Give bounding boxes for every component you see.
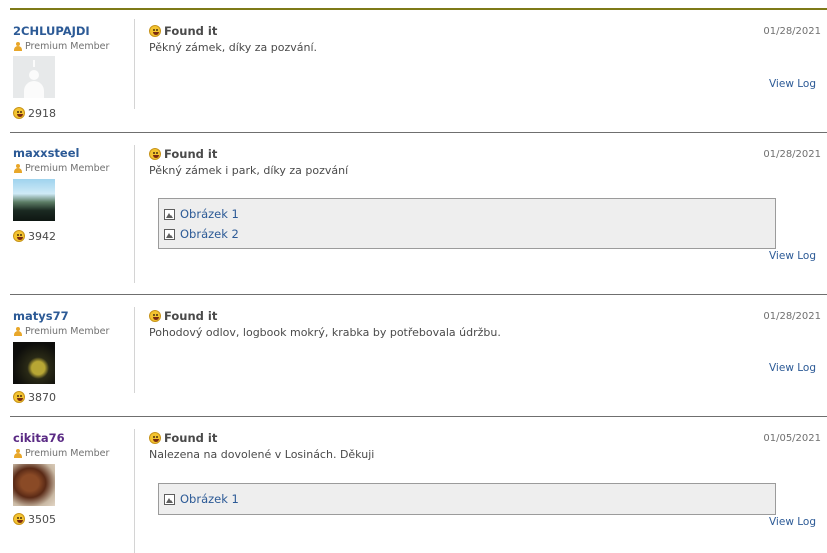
log-type-label: Found it: [164, 309, 218, 323]
view-log-link[interactable]: View Log: [769, 78, 816, 90]
premium-member-icon: [13, 326, 22, 336]
log-date: 01/28/2021: [763, 311, 821, 322]
log-images-box: Obrázek 1: [158, 483, 776, 515]
member-type: Premium Member: [13, 162, 133, 174]
log-type: Found it: [149, 147, 217, 161]
log-entry: 2CHLUPAJDI Premium Member 2918 Found it …: [10, 10, 827, 132]
finds-count: 3870: [13, 390, 56, 404]
found-it-icon: [149, 310, 161, 322]
finds-count-value: 3505: [28, 512, 56, 526]
avatar[interactable]: [13, 464, 55, 506]
smiley-icon: [13, 107, 25, 119]
column-divider: [134, 307, 135, 393]
column-divider: [134, 19, 135, 109]
found-it-icon: [149, 25, 161, 37]
log-type-label: Found it: [164, 147, 218, 161]
image-link-label[interactable]: Obrázek 1: [180, 492, 239, 506]
username-link[interactable]: maxxsteel: [13, 146, 133, 160]
finds-count-value: 2918: [28, 106, 56, 120]
user-info: matys77 Premium Member: [13, 309, 133, 337]
log-text: Pěkný zámek i park, díky za pozvání: [149, 164, 349, 177]
member-type-label: Premium Member: [25, 162, 110, 174]
username-link[interactable]: cikita76: [13, 431, 133, 445]
premium-member-icon: [13, 163, 22, 173]
found-it-icon: [149, 432, 161, 444]
member-type: Premium Member: [13, 40, 133, 52]
log-type: Found it: [149, 24, 217, 38]
premium-member-icon: [13, 41, 22, 51]
user-info: maxxsteel Premium Member: [13, 146, 133, 174]
view-log-link[interactable]: View Log: [769, 362, 816, 374]
smiley-icon: [13, 513, 25, 525]
member-type-label: Premium Member: [25, 40, 110, 52]
view-log-link[interactable]: View Log: [769, 250, 816, 262]
member-type-label: Premium Member: [25, 325, 110, 337]
log-text: Nalezena na dovolené v Losinách. Děkuji: [149, 448, 375, 461]
image-link[interactable]: Obrázek 1: [164, 204, 770, 224]
log-entry: maxxsteel Premium Member 3942 Found it 0…: [10, 133, 827, 294]
smiley-icon: [13, 230, 25, 242]
log-text: Pěkný zámek, díky za pozvání.: [149, 41, 318, 54]
image-link[interactable]: Obrázek 1: [164, 489, 770, 509]
premium-member-icon: [13, 448, 22, 458]
avatar[interactable]: [13, 342, 55, 384]
log-type: Found it: [149, 431, 217, 445]
username-link[interactable]: 2CHLUPAJDI: [13, 24, 133, 38]
finds-count: 3942: [13, 229, 56, 243]
column-divider: [134, 145, 135, 283]
avatar[interactable]: [13, 179, 55, 221]
image-link[interactable]: Obrázek 2: [164, 224, 770, 244]
smiley-icon: [13, 391, 25, 403]
finds-count: 3505: [13, 512, 56, 526]
member-type: Premium Member: [13, 325, 133, 337]
image-icon: [164, 493, 175, 505]
member-type: Premium Member: [13, 447, 133, 459]
image-icon: [164, 208, 175, 220]
log-type-label: Found it: [164, 431, 218, 445]
log-date: 01/28/2021: [763, 26, 821, 37]
image-icon: [164, 228, 175, 240]
log-entry: matys77 Premium Member 3870 Found it 01/…: [10, 295, 827, 416]
log-date: 01/28/2021: [763, 149, 821, 160]
log-type-label: Found it: [164, 24, 218, 38]
user-info: 2CHLUPAJDI Premium Member: [13, 24, 133, 52]
log-date: 01/05/2021: [763, 433, 821, 444]
view-log-link[interactable]: View Log: [769, 516, 816, 528]
finds-count-value: 3870: [28, 390, 56, 404]
image-link-label[interactable]: Obrázek 1: [180, 207, 239, 221]
finds-count: 2918: [13, 106, 56, 120]
finds-count-value: 3942: [28, 229, 56, 243]
image-link-label[interactable]: Obrázek 2: [180, 227, 239, 241]
username-link[interactable]: matys77: [13, 309, 133, 323]
found-it-icon: [149, 148, 161, 160]
user-info: cikita76 Premium Member: [13, 431, 133, 459]
log-text: Pohodový odlov, logbook mokrý, krabka by…: [149, 326, 501, 339]
avatar[interactable]: [13, 56, 55, 98]
log-images-box: Obrázek 1 Obrázek 2: [158, 198, 776, 249]
column-divider: [134, 429, 135, 553]
member-type-label: Premium Member: [25, 447, 110, 459]
log-entry: cikita76 Premium Member 3505 Found it 01…: [10, 417, 827, 553]
log-type: Found it: [149, 309, 217, 323]
